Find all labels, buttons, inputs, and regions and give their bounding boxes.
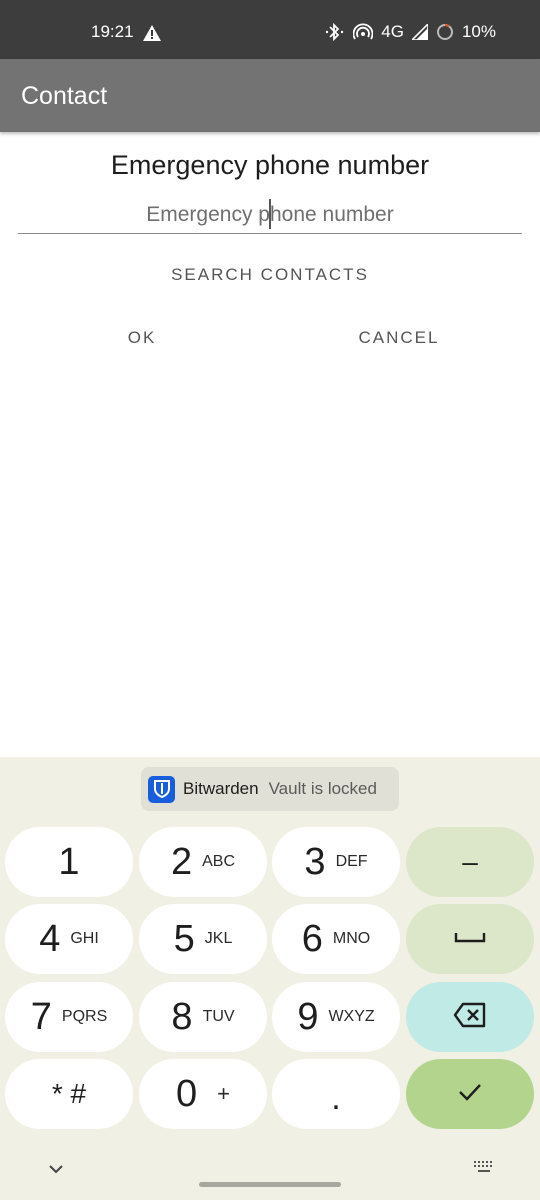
key-letters: JKL [204, 930, 233, 947]
space-icon [454, 930, 486, 948]
key-digit: 6 [301, 917, 323, 960]
key-3[interactable]: 3 DEF [272, 827, 400, 897]
status-icons: 4G 10% [325, 22, 496, 42]
key-enter[interactable] [406, 1059, 534, 1129]
key-digit: 1 [58, 840, 80, 883]
ok-button[interactable]: OK [102, 321, 182, 355]
key-9[interactable]: 9 WXYZ [272, 982, 400, 1052]
key-plus: + [217, 1081, 230, 1106]
key-2[interactable]: 2 ABC [139, 827, 267, 897]
app-bar: Contact [0, 59, 540, 132]
key-6[interactable]: 6 MNO [272, 904, 400, 974]
battery-percent: 10% [461, 22, 496, 41]
key-space[interactable] [406, 904, 534, 974]
suggestion-name: Bitwarden [183, 779, 259, 798]
minus-label: – [462, 846, 478, 877]
bitwarden-icon [148, 775, 175, 803]
bluetooth-icon [325, 23, 345, 41]
cancel-button[interactable]: CANCEL [339, 321, 459, 355]
star-hash-label: * # [51, 1078, 87, 1109]
numeric-keyboard: Bitwarden Vault is locked 1 2 ABC 3 DEF … [0, 757, 540, 1200]
status-time: 19:21 [91, 22, 134, 41]
dialog-title: Emergency phone number [110, 150, 430, 180]
key-letters: GHI [70, 930, 99, 947]
network-type: 4G [381, 22, 404, 41]
key-letters: WXYZ [328, 1008, 375, 1025]
key-5[interactable]: 5 JKL [139, 904, 267, 974]
autofill-suggestion[interactable]: Bitwarden Vault is locked [141, 767, 399, 811]
key-dot[interactable]: . [272, 1059, 400, 1129]
key-4[interactable]: 4 GHI [5, 904, 133, 974]
check-icon [457, 1082, 483, 1107]
gesture-bar[interactable] [199, 1182, 341, 1187]
hotspot-icon [353, 23, 374, 41]
key-star-hash[interactable]: * # [5, 1059, 133, 1129]
battery-icon [436, 23, 454, 41]
key-0[interactable]: 0 + [139, 1059, 267, 1129]
key-minus[interactable]: – [406, 827, 534, 897]
key-digit: 3 [304, 840, 326, 883]
key-letters: MNO [332, 930, 371, 947]
app-title: Contact [21, 82, 108, 110]
chevron-down-icon[interactable] [48, 1161, 64, 1179]
key-backspace[interactable] [406, 982, 534, 1052]
key-letters: DEF [335, 853, 368, 870]
keyboard-icon[interactable] [473, 1160, 495, 1179]
dot-label: . [331, 1078, 341, 1117]
key-digit: 0 [176, 1072, 198, 1115]
key-7[interactable]: 7 PQRS [5, 982, 133, 1052]
key-letters: PQRS [61, 1008, 108, 1025]
key-digit: 2 [170, 840, 193, 883]
search-contacts-button[interactable]: SEARCH CONTACTS [150, 258, 390, 292]
key-8[interactable]: 8 TUV [139, 982, 267, 1052]
suggestion-status: Vault is locked [268, 779, 377, 798]
key-1[interactable]: 1 [5, 827, 133, 897]
key-digit: 5 [173, 917, 195, 960]
key-digit: 8 [171, 995, 193, 1038]
key-digit: 7 [30, 995, 52, 1038]
key-digit: 9 [297, 995, 319, 1038]
signal-icon [411, 24, 428, 40]
text-cursor [269, 199, 271, 229]
key-letters: TUV [202, 1008, 235, 1025]
warning-icon [143, 25, 161, 46]
key-letters: ABC [202, 853, 236, 870]
status-bar: 19:21 4G 10% [0, 0, 540, 59]
key-digit: 4 [39, 917, 61, 960]
backspace-icon [453, 1002, 487, 1033]
